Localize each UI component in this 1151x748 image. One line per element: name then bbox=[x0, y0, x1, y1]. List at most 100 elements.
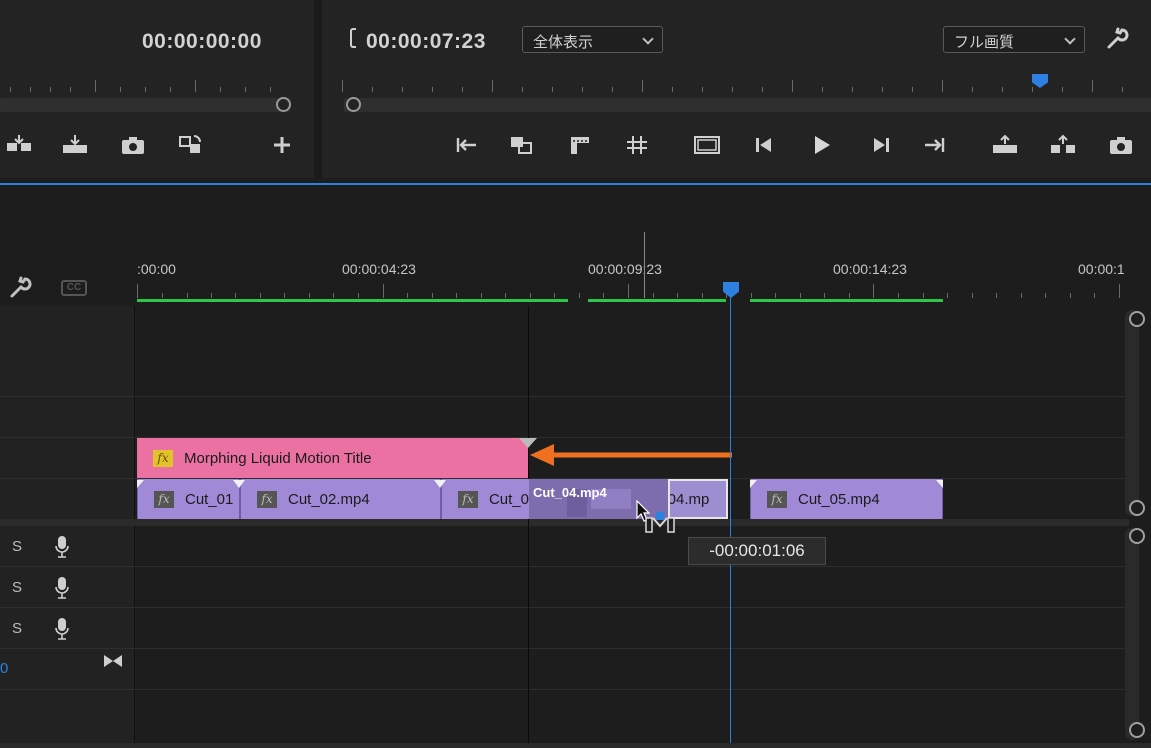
safe-margins-button[interactable] bbox=[620, 130, 654, 160]
source-scrub-bar[interactable] bbox=[0, 98, 290, 112]
go-to-in-button[interactable] bbox=[449, 130, 483, 160]
drag-cursor-icon bbox=[636, 500, 675, 533]
insert-button[interactable] bbox=[2, 130, 36, 160]
fx-badge: fx bbox=[257, 490, 277, 508]
keyframe-marker bbox=[434, 480, 446, 488]
solo-button[interactable]: S bbox=[12, 620, 22, 637]
scroll-handle-top[interactable] bbox=[1129, 528, 1145, 544]
source-timecode[interactable]: 00:00:00:00 bbox=[142, 30, 262, 54]
track-divider bbox=[0, 689, 1129, 690]
monitor-divider[interactable] bbox=[314, 0, 322, 178]
fx-badge: fx bbox=[458, 490, 478, 508]
ruler-label: 00:00:04:23 bbox=[342, 261, 416, 277]
track-divider bbox=[0, 648, 1129, 649]
video-audio-divider[interactable] bbox=[0, 519, 1129, 526]
chevron-down-icon bbox=[1064, 33, 1076, 45]
play-button[interactable] bbox=[804, 130, 838, 160]
microphone-icon[interactable] bbox=[54, 617, 70, 641]
audio-tracks-scrollbar[interactable] bbox=[1125, 528, 1139, 740]
swap-icon bbox=[179, 135, 201, 153]
step-back-icon bbox=[756, 138, 771, 152]
plus-icon bbox=[274, 137, 290, 153]
ghost-clip-label: Cut_04.mp4 bbox=[533, 484, 607, 500]
ruler-label: 00:00:1 bbox=[1078, 261, 1125, 277]
video-clip-cut02[interactable]: fx Cut_02.mp4 bbox=[240, 479, 441, 519]
bowtie-icon[interactable] bbox=[103, 653, 123, 669]
program-timecode[interactable]: 00:00:07:23 bbox=[366, 30, 486, 54]
timeline-ruler[interactable] bbox=[137, 284, 1129, 298]
playback-quality-select[interactable]: フル画質 bbox=[943, 26, 1085, 53]
track-divider bbox=[0, 607, 1129, 608]
edit-point-line bbox=[528, 306, 529, 743]
snap-guide-line bbox=[644, 232, 645, 298]
marker-button[interactable] bbox=[562, 130, 596, 160]
solo-button[interactable]: S bbox=[12, 579, 22, 596]
panel-focus-line bbox=[0, 183, 1151, 185]
in-point-bracket-icon bbox=[350, 28, 356, 48]
playback-quality-value: フル画質 bbox=[954, 34, 1015, 51]
source-zoom-handle[interactable] bbox=[276, 97, 291, 112]
scroll-handle-bottom[interactable] bbox=[1129, 722, 1145, 738]
lift-icon bbox=[993, 134, 1017, 153]
go-to-out-icon bbox=[925, 138, 945, 152]
microphone-icon[interactable] bbox=[54, 535, 70, 559]
swap-button[interactable] bbox=[173, 130, 207, 160]
render-bar-segment bbox=[137, 299, 568, 302]
drag-offset-tooltip: -00:00:01:06 bbox=[688, 537, 826, 565]
move-arrow bbox=[530, 444, 732, 466]
overwrite-button[interactable] bbox=[58, 130, 92, 160]
settings-button[interactable] bbox=[1100, 24, 1134, 54]
insert-icon bbox=[7, 135, 31, 151]
camera-icon bbox=[122, 137, 144, 154]
video-clip-cut05[interactable]: fx Cut_05.mp4 bbox=[750, 479, 943, 519]
camera-icon bbox=[1110, 137, 1132, 154]
title-clip[interactable]: fx Morphing Liquid Motion Title bbox=[137, 438, 528, 478]
keyframe-marker bbox=[233, 480, 245, 488]
lift-clip-button[interactable] bbox=[988, 130, 1022, 160]
scroll-handle-bottom[interactable] bbox=[1129, 500, 1145, 516]
fx-badge: fx bbox=[153, 449, 173, 467]
source-export-frame-button[interactable] bbox=[116, 130, 150, 160]
comparison-view-button[interactable] bbox=[690, 130, 724, 160]
source-add-button[interactable] bbox=[265, 130, 299, 160]
captions-button[interactable]: CC bbox=[61, 280, 87, 296]
play-icon bbox=[815, 136, 830, 154]
fx-badge: fx bbox=[154, 490, 174, 508]
clip-label: Cut_05.mp4 bbox=[798, 490, 880, 508]
track-headers bbox=[0, 306, 135, 748]
keyframe-marker bbox=[936, 480, 943, 488]
extract-icon bbox=[1051, 134, 1075, 153]
lift-button[interactable] bbox=[504, 130, 538, 160]
video-clip-cut03[interactable]: fx Cut_0 bbox=[441, 479, 530, 519]
video-clip-cut01[interactable]: fx Cut_01 bbox=[137, 479, 240, 519]
zoom-level-select[interactable]: 全体表示 bbox=[522, 26, 663, 53]
microphone-icon[interactable] bbox=[54, 576, 70, 600]
extract-button[interactable] bbox=[1046, 130, 1080, 160]
keyframe-marker bbox=[750, 480, 757, 488]
source-monitor: 00:00:00:00 bbox=[0, 0, 314, 178]
ruler-label: 00:00:09:23 bbox=[588, 261, 662, 277]
program-export-frame-button[interactable] bbox=[1104, 130, 1138, 160]
multicam-icon bbox=[511, 137, 532, 154]
go-to-out-button[interactable] bbox=[918, 130, 952, 160]
step-forward-icon bbox=[874, 138, 889, 152]
program-scrub-bar[interactable] bbox=[344, 98, 1151, 112]
program-ruler bbox=[342, 78, 1151, 92]
step-back-button[interactable] bbox=[748, 130, 782, 160]
clip-label: Cut_01 bbox=[185, 490, 234, 508]
master-track-value[interactable]: 0 bbox=[0, 660, 8, 677]
source-ruler bbox=[0, 78, 290, 92]
video-tracks-scrollbar[interactable] bbox=[1125, 310, 1139, 516]
track-divider bbox=[0, 396, 1129, 397]
scroll-handle-top[interactable] bbox=[1129, 311, 1145, 327]
solo-button[interactable]: S bbox=[12, 538, 22, 555]
timeline-playhead-line bbox=[730, 296, 731, 743]
clip-label: Cut_02.mp4 bbox=[288, 490, 370, 508]
program-zoom-handle[interactable] bbox=[346, 97, 361, 112]
step-forward-button[interactable] bbox=[863, 130, 897, 160]
timeline-settings-button[interactable] bbox=[3, 273, 37, 303]
keyframe-marker bbox=[137, 480, 144, 488]
overwrite-icon bbox=[63, 135, 87, 153]
chevron-down-icon bbox=[642, 33, 654, 45]
horizontal-scrollbar[interactable] bbox=[0, 743, 1151, 748]
